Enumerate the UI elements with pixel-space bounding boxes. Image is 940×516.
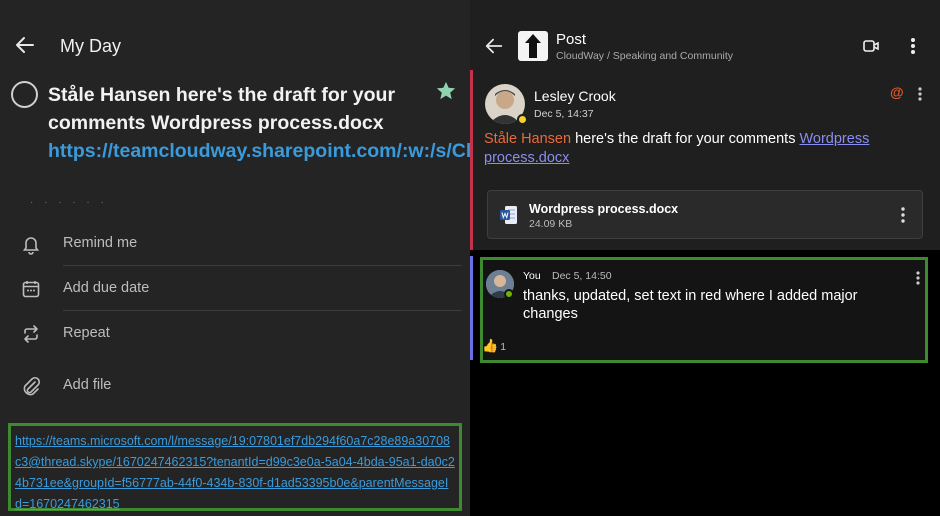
reply-timestamp: Dec 5, 14:50: [552, 270, 612, 282]
remind-me-option[interactable]: Remind me: [0, 222, 470, 266]
repeat-option[interactable]: Repeat: [0, 312, 470, 356]
more-options-icon[interactable]: [915, 270, 921, 286]
star-icon[interactable]: [434, 80, 458, 102]
presence-away-icon: [517, 114, 528, 125]
remind-me-label: Remind me: [63, 235, 138, 251]
file-size: 24.09 KB: [529, 218, 573, 230]
repeat-icon: [24, 325, 38, 343]
team-logo-icon: [518, 31, 548, 61]
post-title: Post: [556, 31, 587, 48]
repeat-label: Repeat: [63, 325, 110, 341]
paperclip-icon: [23, 376, 41, 396]
thumbs-up-icon: 👍: [482, 338, 499, 353]
more-options-icon[interactable]: [900, 206, 906, 224]
post-header: Post CloudWay / Speaking and Community: [470, 0, 940, 70]
post-author[interactable]: Lesley Crook: [534, 88, 616, 104]
todo-pane: My Day Ståle Hansen here's the draft for…: [0, 0, 470, 516]
task-note[interactable]: https://teams.microsoft.com/l/message/19…: [8, 423, 462, 511]
divider: [63, 310, 462, 311]
post-body: Ståle Hansen here's the draft for your c…: [484, 130, 904, 168]
task-title[interactable]: Ståle Hansen here's the draft for your c…: [48, 81, 470, 165]
video-call-icon[interactable]: [862, 37, 880, 55]
calendar-icon: [22, 281, 40, 298]
complete-task-checkbox[interactable]: [11, 81, 38, 108]
due-date-option[interactable]: Add due date: [0, 267, 470, 311]
reply-message: You Dec 5, 14:50 thanks, updated, set te…: [480, 257, 928, 363]
reply-text: thanks, updated, set text in red where I…: [523, 288, 858, 322]
unread-indicator: [470, 256, 473, 360]
reply-author: You: [523, 270, 541, 282]
clipped-text-fragment: · · · · · ·: [30, 197, 108, 208]
more-options-icon[interactable]: [910, 37, 916, 55]
original-post: Lesley Crook Dec 5, 14:37 @ Ståle Hansen…: [470, 70, 940, 250]
back-arrow-icon[interactable]: [14, 34, 36, 56]
teams-pane: Post CloudWay / Speaking and Community L…: [470, 0, 940, 516]
add-file-option[interactable]: Add file: [0, 364, 470, 408]
file-attachment-card[interactable]: Wordpress process.docx 24.09 KB: [487, 190, 923, 239]
mention-tag[interactable]: Ståle Hansen: [484, 131, 571, 147]
list-title: My Day: [60, 36, 122, 56]
reaction-count: 1: [500, 341, 507, 353]
post-timestamp: Dec 5, 14:37: [534, 108, 594, 120]
file-name: Wordpress process.docx: [529, 202, 679, 216]
add-file-label: Add file: [63, 377, 112, 393]
bell-icon: [22, 237, 40, 255]
note-teams-link[interactable]: https://teams.microsoft.com/l/message/19…: [15, 434, 455, 511]
more-options-icon[interactable]: [917, 86, 923, 102]
channel-breadcrumb: CloudWay / Speaking and Community: [556, 50, 734, 62]
back-arrow-icon[interactable]: [484, 36, 504, 56]
word-doc-icon: [500, 206, 517, 224]
like-reaction[interactable]: 👍 1: [482, 338, 506, 354]
task-title-link[interactable]: https://teamcloudway.sharepoint.com/:w:/…: [48, 137, 470, 165]
due-date-label: Add due date: [63, 280, 150, 296]
divider: [63, 265, 462, 266]
mention-icon: @: [890, 84, 904, 100]
post-text: here's the draft for your comments: [571, 131, 800, 147]
todo-header: My Day: [0, 0, 470, 90]
presence-available-icon: [504, 289, 514, 299]
task-title-text: Ståle Hansen here's the draft for your c…: [48, 84, 396, 134]
